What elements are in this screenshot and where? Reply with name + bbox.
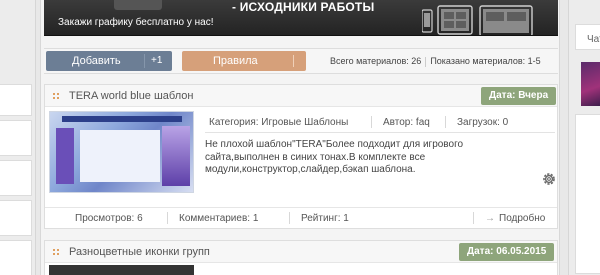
post-thumbnail[interactable] [49,265,194,275]
footer-divider [473,212,474,224]
post-title[interactable]: TERA world blue шаблон [69,90,193,102]
footer-divider [289,212,290,224]
meta-divider [445,116,446,128]
post-views: Просмотров: 6 [75,213,143,224]
avatar[interactable] [581,62,600,106]
right-sidebar: Чат [568,0,600,275]
banner-headline: - ИСХОДНИКИ РАБОТЫ [232,0,375,14]
post-card: Разноцветные иконки групп Дата: 06.05.20… [44,240,558,275]
shown-materials: Показано материалов: 1-5 [430,56,541,66]
chat-label: Чат [587,34,600,45]
arrow-right-icon: → [485,213,495,224]
post-rating: Рейтинг: 1 [301,213,349,224]
meta-divider [371,116,372,128]
left-sidebar-block [0,120,32,156]
post-author[interactable]: Автор: faq [383,117,430,128]
materials-stats: Всего материалов: 26 Показано материалов:… [330,56,541,67]
date-badge: Дата: Вчера [481,87,557,105]
promo-banner[interactable]: - ИСХОДНИКИ РАБОТЫ Закажи графику беспла… [44,0,558,36]
left-sidebar [0,0,36,275]
post-thumbnail[interactable] [49,111,194,193]
left-sidebar-block [0,84,32,116]
rules-button[interactable]: Правила [182,51,306,71]
drag-dots-icon [53,249,59,255]
post-description: Не плохой шаблон"TERA"Более подходит для… [205,139,464,175]
left-sidebar-block [0,200,32,236]
main-content: - ИСХОДНИКИ РАБОТЫ Закажи графику беспла… [40,0,560,275]
post-footer: Просмотров: 6 Комментариев: 1 Рейтинг: 1… [45,207,557,227]
devices-icon [422,5,533,35]
date-badge: Дата: 06.05.2015 [459,243,555,261]
post-category[interactable]: Категория: Игровые Шаблоны [209,117,348,128]
rules-button-label: Правила [213,55,258,67]
total-materials: Всего материалов: 26 [330,56,422,66]
post-meta: Категория: Игровые Шаблоны Автор: faq За… [205,111,555,133]
post-comments[interactable]: Комментариев: 1 [179,213,258,224]
drag-dots-icon [53,93,59,99]
post-card: TERA world blue шаблон Дата: Вчера Катег… [44,84,558,229]
banner-logo [114,0,162,10]
more-link[interactable]: Подробно [499,213,545,224]
post-header: Разноцветные иконки групп Дата: 06.05.20… [45,241,557,263]
rules-button-divider [293,55,294,67]
left-sidebar-block [0,160,32,196]
post-title[interactable]: Разноцветные иконки групп [69,246,210,258]
materials-toolbar: Добавить +1 Правила Всего материалов: 26… [44,48,558,74]
add-button-label: Добавить [72,55,121,67]
add-button-count: +1 [151,55,163,66]
footer-divider [167,212,168,224]
post-downloads: Загрузок: 0 [457,117,509,128]
stats-divider [425,56,427,67]
add-button-divider [144,54,145,68]
left-sidebar-block [0,240,32,275]
chat-body [575,114,600,274]
banner-promo-text: Закажи графику бесплатно у нас! [58,17,214,28]
gear-icon[interactable] [541,171,557,187]
add-button[interactable]: Добавить +1 [46,51,172,71]
post-header: TERA world blue шаблон Дата: Вчера [45,85,557,107]
